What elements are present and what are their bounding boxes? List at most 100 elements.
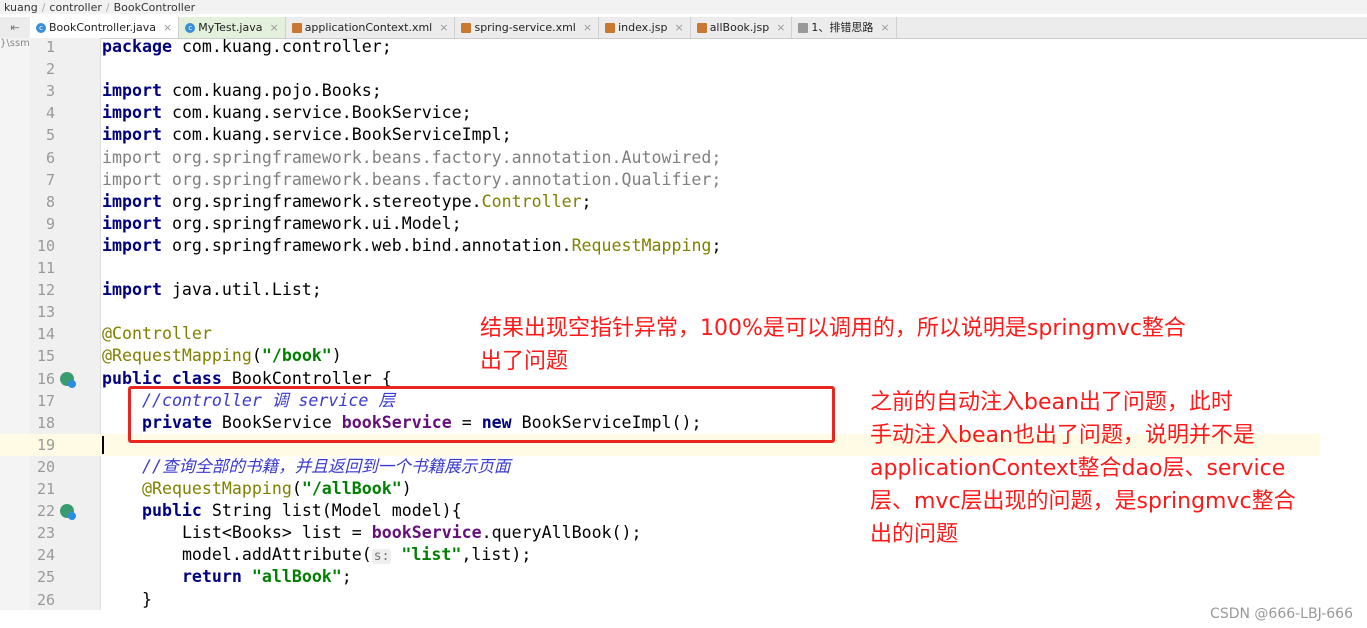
close-icon[interactable]: × — [269, 17, 278, 38]
annotation-line: 手动注入bean也出了问题，说明并不是 — [870, 423, 1255, 448]
breadcrumb-item[interactable]: BookController — [114, 1, 196, 14]
code-line[interactable]: 11 — [0, 257, 1320, 279]
code-token: com.kuang.service.BookService; — [171, 103, 472, 123]
highlight-box — [128, 386, 835, 443]
code-token: "/book" — [261, 346, 332, 366]
close-icon[interactable]: × — [163, 17, 172, 38]
line-number: 17 — [36, 391, 55, 410]
code-text: @RequestMapping("/book") — [102, 345, 342, 367]
annotation-line: 出了问题 — [480, 349, 569, 374]
annotation-line: 之前的自动注入bean出了问题，此时 — [870, 390, 1233, 415]
code-token: import — [102, 81, 172, 101]
line-number: 2 — [45, 60, 55, 79]
code-token: com.kuang.pojo.Books; — [171, 81, 382, 101]
xml-file-icon — [461, 22, 472, 33]
close-icon[interactable]: × — [776, 17, 785, 38]
code-token: java.util.List; — [171, 280, 322, 300]
line-number: 4 — [45, 104, 55, 123]
spring-bean-icon[interactable] — [60, 504, 76, 521]
close-icon[interactable]: × — [583, 17, 592, 38]
code-token: "/allBook" — [301, 479, 402, 498]
tab-mytest[interactable]: c MyTest.java × — [179, 17, 286, 38]
code-line[interactable]: 12 import java.util.List; — [0, 279, 1320, 301]
code-line[interactable]: 2 — [0, 58, 1320, 80]
code-text: import org.springframework.ui.Model; — [102, 213, 462, 235]
code-token: import — [102, 280, 172, 300]
code-token: public class — [102, 368, 232, 388]
line-number: 16 — [36, 369, 55, 388]
code-token: Controller — [481, 191, 582, 211]
code-line[interactable]: 3 import com.kuang.pojo.Books; — [0, 80, 1320, 102]
annotation-line: 结果出现空指针异常，100%是可以调用的，所以说明是springmvc整合 — [480, 316, 1186, 341]
close-icon[interactable]: × — [439, 17, 448, 38]
code-token: return — [181, 567, 252, 587]
code-token: com.kuang.service.BookServiceImpl; — [171, 125, 512, 145]
tab-label: allBook.jsp — [709, 21, 770, 34]
code-line[interactable]: 4 import com.kuang.service.BookService; — [0, 102, 1320, 124]
code-text — [102, 434, 104, 456]
tab-allbook-jsp[interactable]: allBook.jsp × — [691, 17, 793, 38]
close-icon[interactable]: × — [674, 17, 683, 38]
code-token: List<Books> list = — [181, 523, 372, 543]
line-number: 25 — [36, 568, 55, 587]
code-line[interactable]: 5 import com.kuang.service.BookServiceImp… — [0, 124, 1320, 146]
code-line[interactable]: 8 import org.springframework.stereotype.C… — [0, 191, 1320, 213]
code-token: ; — [341, 567, 352, 587]
code-text: import org.springframework.beans.factory… — [102, 169, 721, 191]
line-number: 9 — [45, 214, 55, 233]
code-token: org.springframework.stereotype. — [171, 191, 482, 211]
xml-file-icon — [291, 22, 302, 33]
code-token: //查询全部的书籍，并且返回到一个书籍展示页面 — [141, 456, 511, 476]
tab-spring-service[interactable]: spring-service.xml × — [455, 17, 600, 38]
code-text: @Controller — [102, 323, 212, 345]
tab-bookcontroller[interactable]: c BookController.java × — [30, 17, 180, 38]
code-line[interactable]: 6 import org.springframework.beans.factor… — [0, 147, 1320, 169]
code-token: BookController { — [231, 368, 392, 388]
code-text: List<Books> list = bookService.queryAllB… — [102, 522, 642, 544]
tab-notes[interactable]: 1、排错思路 × — [792, 17, 897, 38]
code-token: ; — [581, 191, 592, 211]
breadcrumb-item[interactable]: kuang — [4, 1, 38, 14]
code-line[interactable]: 10 import org.springframework.web.bind.an… — [0, 235, 1320, 257]
code-token: import — [102, 213, 172, 233]
code-token: ( — [291, 479, 302, 498]
tab-applicationcontext[interactable]: applicationContext.xml × — [286, 17, 456, 38]
code-text: //查询全部的书籍，并且返回到一个书籍展示页面 — [102, 456, 510, 478]
pin-icon[interactable]: ⇤ — [0, 17, 30, 38]
spring-bean-icon[interactable] — [60, 371, 76, 388]
code-token: "allBook" — [251, 567, 342, 587]
code-token: } — [102, 589, 152, 609]
annotation-line: applicationContext整合dao层、service — [870, 456, 1286, 481]
line-number: 26 — [36, 590, 55, 609]
line-number: 11 — [36, 259, 55, 277]
breadcrumb-item[interactable]: controller — [49, 1, 101, 14]
code-token: ,list); — [461, 545, 532, 565]
code-line[interactable]: 1 package com.kuang.controller; — [0, 36, 1320, 58]
tab-label: applicationContext.xml — [304, 21, 433, 34]
code-line[interactable]: 7 import org.springframework.beans.factor… — [0, 169, 1320, 191]
code-token: org.springframework.web.bind.annotation. — [171, 235, 572, 255]
line-number: 14 — [36, 325, 55, 344]
code-token: com.kuang.controller; — [181, 37, 392, 56]
line-number: 1 — [45, 38, 55, 56]
close-icon[interactable]: × — [880, 17, 889, 38]
annotation-manual-injection: 之前的自动注入bean出了问题，此时 手动注入bean也出了问题，说明并不是 a… — [870, 386, 1296, 551]
code-line[interactable]: 25 return "allBook"; — [0, 566, 1320, 588]
code-text: import com.kuang.service.BookServiceImpl… — [102, 124, 512, 146]
line-number: 19 — [36, 435, 55, 454]
code-token: ( — [251, 346, 262, 366]
code-line[interactable]: 26 } — [0, 589, 1320, 611]
code-token: .queryAllBook(); — [481, 523, 642, 543]
line-number: 12 — [36, 281, 55, 300]
code-token: String list(Model model){ — [211, 501, 462, 521]
code-token: public — [141, 501, 212, 521]
code-line[interactable]: 9 import org.springframework.ui.Model; — [0, 213, 1320, 235]
tab-index-jsp[interactable]: index.jsp × — [599, 17, 691, 38]
code-text: @RequestMapping("/allBook") — [102, 478, 412, 500]
line-number: 22 — [36, 502, 55, 521]
line-number: 7 — [45, 170, 55, 189]
